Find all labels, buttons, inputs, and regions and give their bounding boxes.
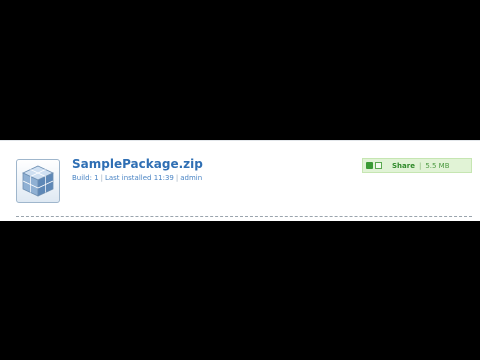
build-label: Build: 1	[72, 174, 99, 182]
document-icon[interactable]	[375, 162, 382, 169]
installed-by-user-link[interactable]: admin	[180, 174, 202, 182]
share-separator: |	[418, 161, 422, 170]
package-cube-icon[interactable]	[16, 159, 60, 203]
share-icon[interactable]	[366, 162, 373, 169]
divider	[16, 216, 472, 217]
package-meta: Build: 1 | Last installed 11:39 | admin	[72, 174, 202, 182]
share-bar: Share | 5.5 MB	[362, 158, 472, 173]
meta-separator: |	[100, 174, 103, 182]
share-button[interactable]: Share	[392, 162, 415, 170]
file-size-label: 5.5 MB	[425, 161, 450, 170]
package-panel: SamplePackage.zip Build: 1 | Last installe…	[0, 140, 480, 221]
package-name-link[interactable]: SamplePackage.zip	[72, 157, 203, 171]
last-installed-label: Last installed 11:39	[104, 174, 174, 182]
meta-separator: |	[175, 174, 179, 182]
